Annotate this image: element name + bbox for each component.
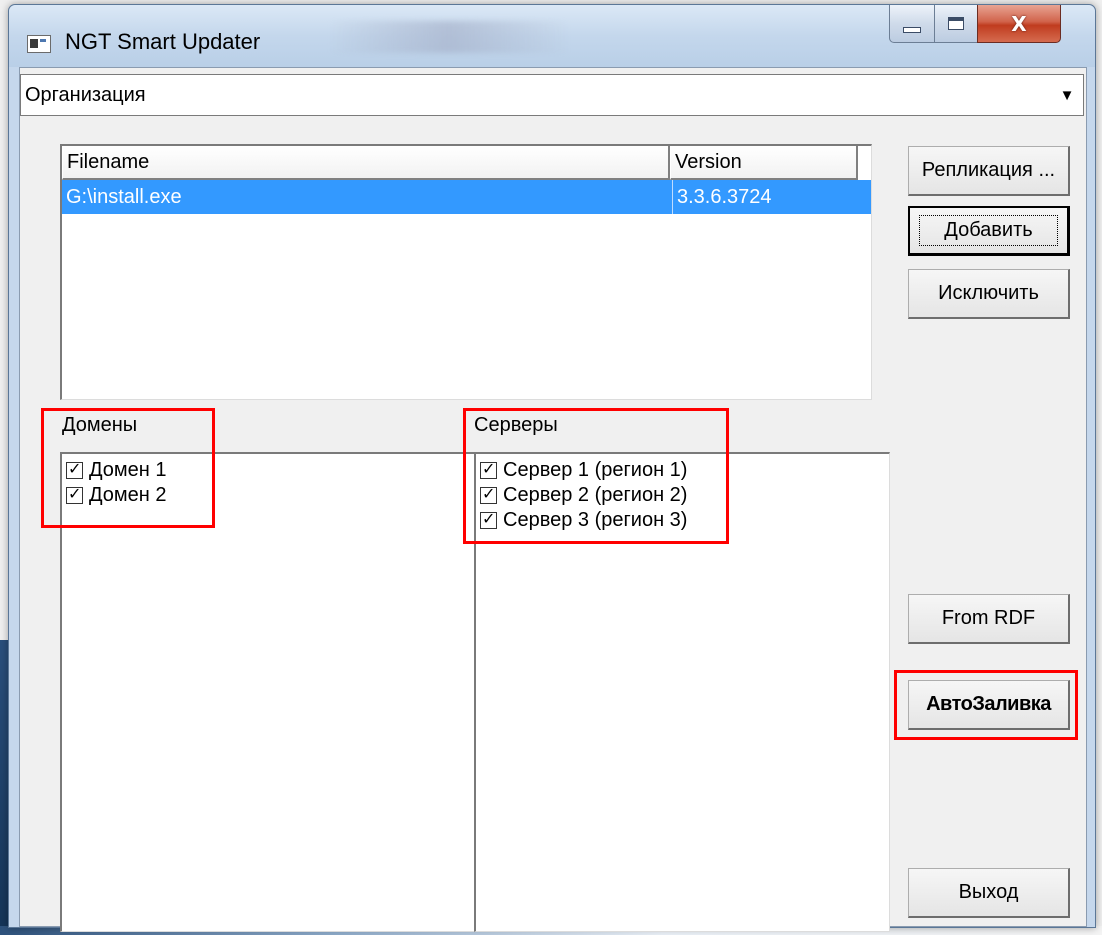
close-button[interactable]: X (977, 5, 1061, 43)
cell-filename: G:\install.exe (66, 186, 182, 208)
maximize-icon (948, 17, 964, 30)
exclude-button[interactable]: Исключить (908, 269, 1070, 319)
organization-select-value: Организация (25, 84, 146, 106)
client-area: Организация ▼ Filename Version G:\instal… (19, 67, 1087, 932)
column-filename[interactable]: Filename (62, 146, 670, 180)
desktop-edge (0, 640, 8, 935)
file-list[interactable]: Filename Version G:\install.exe 3.3.6.37… (60, 144, 872, 400)
annotation-highlight-servers (463, 408, 729, 544)
column-version[interactable]: Version (670, 146, 858, 180)
cell-version: 3.3.6.3724 (672, 180, 862, 214)
chevron-down-icon[interactable]: ▼ (1053, 77, 1081, 113)
exit-button[interactable]: Выход (908, 868, 1070, 918)
from-rdf-button[interactable]: From RDF (908, 594, 1070, 644)
minimize-icon (903, 26, 921, 33)
organization-select[interactable]: Организация ▼ (20, 74, 1084, 116)
app-icon[interactable] (27, 35, 51, 53)
annotation-highlight-domains (41, 408, 215, 528)
replication-button[interactable]: Репликация ... (908, 146, 1070, 196)
background-blur (329, 21, 569, 53)
add-button[interactable]: Добавить (908, 206, 1070, 256)
maximize-button[interactable] (934, 5, 978, 43)
window-title: NGT Smart Updater (65, 29, 261, 54)
minimize-button[interactable] (889, 5, 935, 43)
table-row[interactable]: G:\install.exe 3.3.6.3724 (62, 180, 871, 214)
close-icon: X (1011, 11, 1027, 36)
add-button-label: Добавить (919, 215, 1058, 246)
title-bar[interactable]: NGT Smart Updater X (9, 5, 1095, 67)
file-list-header: Filename Version (62, 146, 871, 180)
annotation-highlight-autofill (894, 670, 1078, 740)
app-window: NGT Smart Updater X Организация ▼ Filena… (8, 4, 1096, 932)
